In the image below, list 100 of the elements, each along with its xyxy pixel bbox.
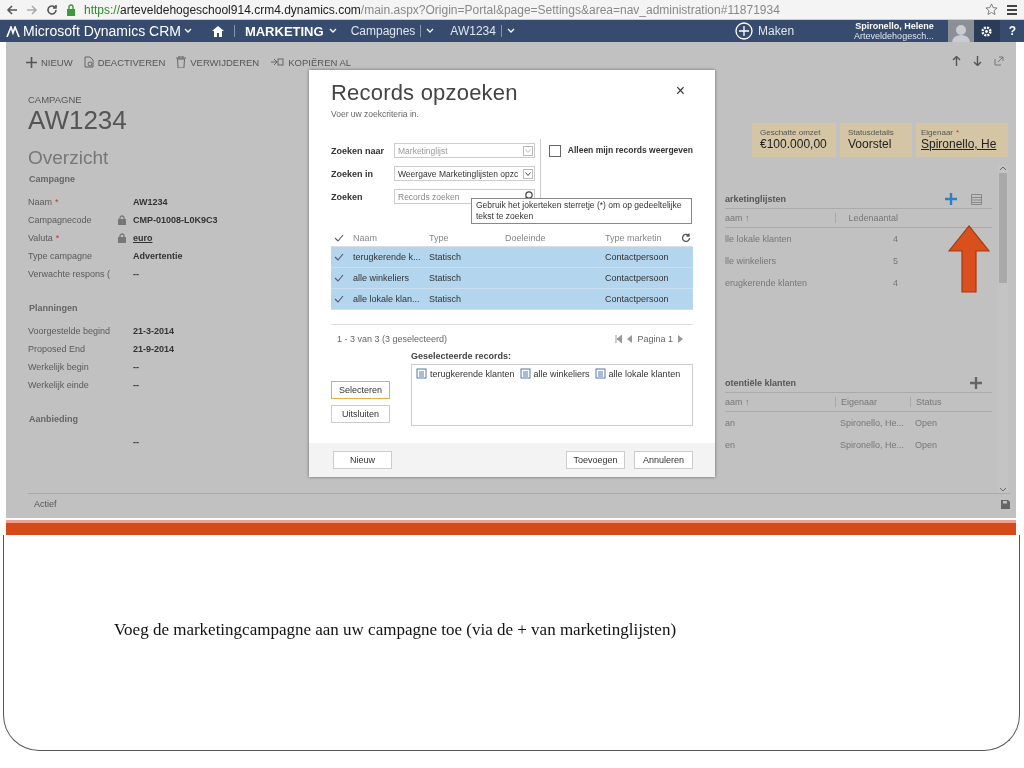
trash-icon[interactable]	[176, 56, 187, 68]
field-label: Valuta	[28, 233, 53, 243]
table-cell-text: 4	[892, 278, 899, 288]
field-label: Voorgestelde begind	[28, 326, 111, 336]
dialog-button[interactable]: Nieuw	[333, 451, 392, 469]
list-icon	[519, 368, 531, 379]
field-link[interactable]: Spironello, He	[921, 137, 1003, 152]
star-icon[interactable]	[985, 3, 998, 16]
list-icon	[594, 368, 606, 379]
selected-record[interactable]: alle winkeliers	[533, 368, 590, 379]
checkbox[interactable]	[548, 145, 561, 157]
reload-icon[interactable]	[46, 3, 58, 16]
save-icon[interactable]	[1001, 499, 1010, 509]
section-heading: Aanbieding	[29, 414, 79, 424]
entity-menu[interactable]: Campagnes	[350, 24, 416, 38]
dialog-button[interactable]: Toevoegen	[566, 451, 625, 469]
table-row[interactable]: alle winkeliers Statisch Contactpersoon	[331, 268, 693, 289]
tooltip: Gebruik het jokerteken sterretje (*) om op gedeeltelijke tekst te zoeken	[471, 198, 692, 224]
field-link[interactable]: euro	[133, 233, 153, 243]
field-label: Zoeken naar	[331, 145, 386, 156]
dropdown[interactable]: Weergave Marketinglijsten opzc	[394, 166, 535, 181]
scroll-down-icon[interactable]	[999, 487, 1007, 493]
field-value: 21-3-2014	[133, 326, 175, 336]
home-icon[interactable]	[211, 25, 224, 37]
field-value: --	[133, 437, 139, 447]
table-cell-text: lle lokale klanten	[725, 234, 793, 244]
user-organization: Arteveldehogesch...	[854, 31, 934, 41]
document-icon[interactable]	[83, 56, 94, 68]
down-arrow-icon[interactable]	[973, 56, 982, 66]
check-icon	[334, 274, 344, 282]
add-icon[interactable]	[945, 193, 957, 205]
field-label: Proposed End	[28, 344, 86, 354]
field-label: Geschatte omzet	[760, 128, 821, 137]
avatar[interactable]	[947, 20, 974, 42]
first-page-icon[interactable]	[615, 335, 623, 343]
caret-icon[interactable]	[523, 168, 533, 179]
next-page-icon[interactable]	[678, 335, 683, 343]
field-label: Verwachte respons (	[28, 269, 111, 279]
table-cell-text: alle lokale klan...	[353, 294, 421, 304]
previous-page-icon[interactable]	[627, 335, 633, 343]
command-button[interactable]: VERWIJDEREN	[190, 56, 260, 68]
command-button[interactable]: KOPIËREN AL	[288, 56, 352, 68]
table-cell-text: Spironello, He...	[839, 418, 906, 428]
field-label: Campagnecode	[28, 215, 92, 225]
app-menu[interactable]: Microsoft Dynamics CRM	[23, 23, 181, 39]
table-row[interactable]: terugkerende k... Statisch Contactpersoon	[331, 247, 693, 268]
slide-caption: Voeg de marketingcampagne aan uw campagne toe (via de + van marketinglijsten)	[113, 619, 678, 640]
status-text: Actief	[34, 499, 57, 509]
column-header[interactable]: Type marketin	[605, 232, 681, 243]
table-cell-text: 4	[892, 234, 899, 244]
table-cell-text: Statisch	[429, 252, 462, 262]
dialog-title: Records opzoeken	[331, 80, 518, 106]
required-mark: *	[55, 233, 60, 243]
selected-record[interactable]: alle lokale klanten	[608, 368, 681, 379]
help-button[interactable]: ?	[1008, 24, 1016, 38]
table-cell-text: Open	[914, 440, 939, 450]
record-menu[interactable]: AW1234	[450, 24, 496, 38]
side-button[interactable]: Selecteren	[331, 381, 390, 399]
field-label: Eigenaar	[921, 128, 954, 137]
table-cell-text: terugkerende k...	[353, 252, 422, 262]
create-button[interactable]: Maken	[758, 24, 795, 38]
selected-record[interactable]: terugkerende klanten	[430, 368, 515, 379]
refresh-icon[interactable]	[681, 232, 691, 243]
pop-out-icon[interactable]	[994, 56, 1004, 66]
column-header[interactable]: Naam	[353, 232, 429, 243]
up-arrow-icon[interactable]	[952, 56, 961, 66]
column-header[interactable]: Doeleinde	[505, 232, 605, 243]
table-cell-text: lle winkeliers	[725, 256, 778, 266]
area-menu[interactable]: MARKETING	[244, 23, 324, 39]
field-value: --	[133, 362, 139, 372]
copy-icon[interactable]	[270, 57, 285, 67]
settings-icon[interactable]	[973, 20, 1000, 42]
user-name[interactable]: Spironello, Helene	[855, 21, 934, 31]
plus-icon[interactable]	[26, 56, 37, 68]
back-icon[interactable]	[6, 3, 18, 16]
command-button[interactable]: DEACTIVEREN	[97, 56, 166, 68]
table-cell-text: en	[725, 440, 736, 450]
dialog-button[interactable]: Annuleren	[634, 451, 693, 469]
field-value: €100.000,00	[760, 137, 828, 152]
table-cell-text: an	[725, 418, 736, 428]
table-cell-text: Statisch	[429, 273, 462, 283]
close-button[interactable]: ×	[675, 82, 685, 100]
column-header[interactable]: Type	[429, 232, 505, 243]
side-button[interactable]: Uitsluiten	[331, 405, 390, 423]
field-value: Voorstel	[848, 137, 893, 152]
plus-circle-icon[interactable]	[735, 22, 754, 40]
subgrid-title: arketinglijsten	[725, 194, 787, 204]
command-button[interactable]: NIEUW	[41, 56, 73, 68]
checkbox-label[interactable]: Alleen mijn records weergeven	[567, 145, 693, 155]
scroll-up-icon[interactable]	[999, 165, 1007, 171]
menu-icon[interactable]	[1006, 3, 1018, 16]
subgrid-title: otentiële klanten	[725, 378, 796, 388]
field-value: CMP-01008-L0K9C3	[133, 215, 218, 225]
table-cell-text: Contactpersoon	[605, 273, 670, 283]
field-value: --	[133, 269, 139, 279]
section-heading: Campagne	[29, 174, 76, 184]
table-row[interactable]: alle lokale klan... Statisch Contactpersoon	[331, 289, 693, 310]
tab-heading: Overzicht	[28, 147, 110, 169]
add-icon[interactable]	[970, 377, 982, 389]
lock-icon	[66, 3, 76, 16]
